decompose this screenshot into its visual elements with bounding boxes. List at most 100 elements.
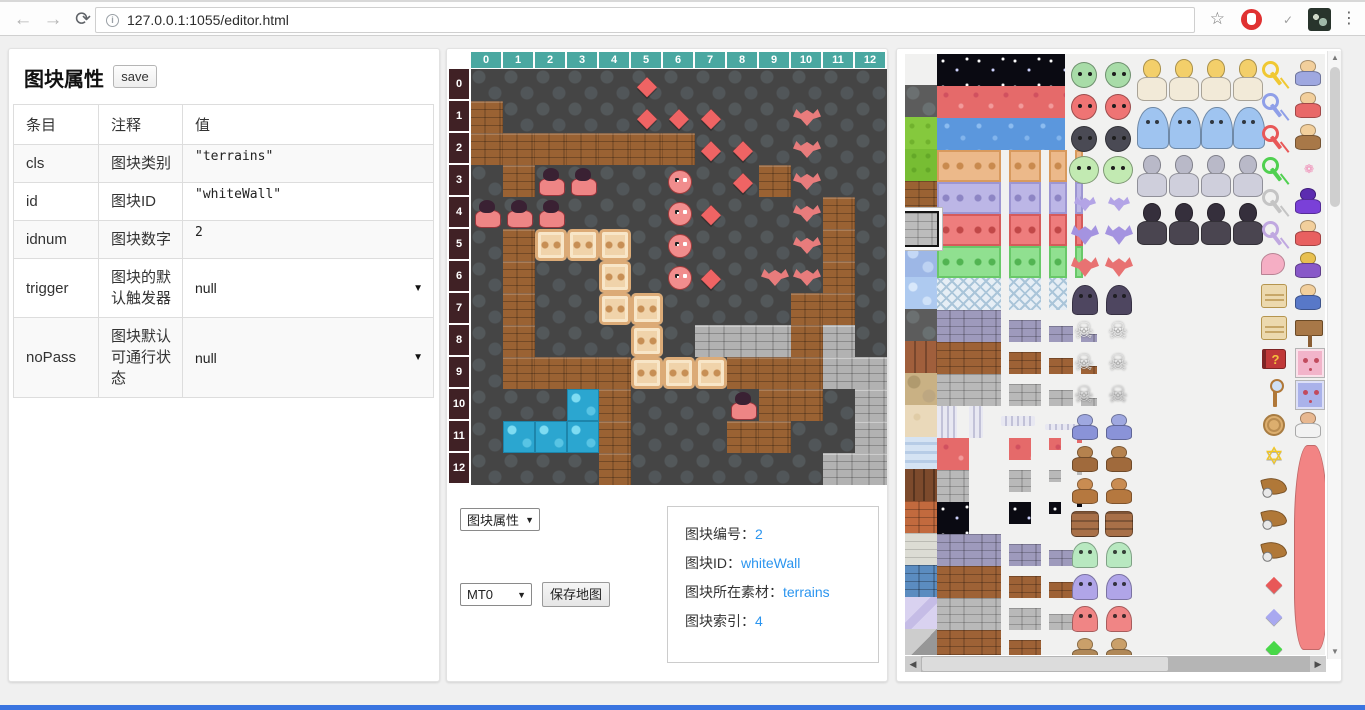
map-tile[interactable]: [759, 197, 791, 229]
map-tile[interactable]: [471, 69, 503, 101]
map-tile[interactable]: [791, 389, 823, 421]
map-sprite-gem[interactable]: ◆: [631, 101, 663, 133]
map-tile[interactable]: [759, 293, 791, 325]
tileset-tile[interactable]: [1009, 608, 1041, 630]
map-tile[interactable]: [759, 165, 791, 197]
tileset-sprite-wooden-sign[interactable]: [1295, 320, 1323, 336]
map-sprite-bat[interactable]: [791, 133, 823, 165]
tileset-tile[interactable]: [1049, 150, 1067, 182]
map-tile[interactable]: [567, 261, 599, 293]
bookmark-star-icon[interactable]: ☆: [1210, 9, 1225, 29]
tileset-sprite-vampire[interactable]: [1072, 285, 1098, 315]
tileset-sprite-man[interactable]: [1233, 155, 1263, 197]
horizontal-scroll-thumb[interactable]: [922, 657, 1168, 671]
scroll-down-icon[interactable]: ▼: [1328, 645, 1342, 659]
tileset-tile[interactable]: [905, 181, 937, 213]
tileset-sprite-red-slime[interactable]: [1071, 94, 1097, 120]
map-tile[interactable]: [663, 69, 695, 101]
url-text[interactable]: 127.0.0.1:1055/editor.html: [127, 12, 289, 28]
property-value[interactable]: 2: [183, 221, 434, 259]
map-tile[interactable]: [695, 357, 727, 389]
map-tile[interactable]: [759, 69, 791, 101]
tileset-tile[interactable]: [1009, 278, 1041, 310]
map-tile[interactable]: [663, 453, 695, 485]
map-tile[interactable]: [855, 453, 887, 485]
map-tile[interactable]: [695, 453, 727, 485]
tileset-tile[interactable]: [1049, 582, 1073, 598]
tileset-sprite-lavender-key[interactable]: [1261, 220, 1287, 246]
map-tile[interactable]: [727, 69, 759, 101]
map-sprite-skel[interactable]: [727, 389, 759, 421]
map-tile[interactable]: [823, 101, 855, 133]
map-tile[interactable]: [503, 69, 535, 101]
map-sprite-bat[interactable]: [791, 165, 823, 197]
tileset-tile[interactable]: [1009, 150, 1041, 182]
forward-icon[interactable]: →: [40, 7, 66, 33]
tileset-sprite-man[interactable]: [1233, 203, 1263, 245]
tileset-sprite-skeleton-captain[interactable]: ☠: [1071, 382, 1097, 408]
tileset-sprite-blue-key[interactable]: [1261, 92, 1287, 118]
map-tile[interactable]: [695, 165, 727, 197]
map-sprite-gem[interactable]: ◆: [727, 165, 759, 197]
info-value[interactable]: whiteWall: [741, 555, 800, 571]
map-tile[interactable]: [759, 357, 791, 389]
floor-select[interactable]: MT0▼: [460, 583, 532, 606]
map-tile[interactable]: [599, 293, 631, 325]
map-tile[interactable]: [471, 165, 503, 197]
map-tile[interactable]: [503, 133, 535, 165]
tileset-tile[interactable]: [937, 182, 1001, 214]
tileset-sprite-red-priest[interactable]: [1295, 92, 1321, 118]
map-tile[interactable]: [567, 293, 599, 325]
tileset-sprite-red-key[interactable]: [1261, 124, 1287, 150]
tileset-sprite-ghost[interactable]: [1106, 574, 1132, 600]
tileset-sprite-golem[interactable]: [1072, 446, 1098, 472]
map-tile[interactable]: [663, 357, 695, 389]
tileset-viewport[interactable]: ☠☠☠☠☠☠?✡◆◆◆❁: [905, 54, 1325, 655]
map-tile[interactable]: [535, 293, 567, 325]
vertical-scroll-thumb[interactable]: [1330, 67, 1340, 207]
tileset-sprite-bat[interactable]: [1105, 256, 1133, 278]
tileset-tile[interactable]: [1049, 438, 1061, 450]
property-value-text[interactable]: "terrains": [195, 149, 423, 164]
map-sprite-gem[interactable]: ◆: [663, 101, 695, 133]
map-sprite-skel[interactable]: [503, 197, 535, 229]
map-tile[interactable]: [791, 453, 823, 485]
tileset-sprite-big-slime[interactable]: [1069, 156, 1099, 184]
page-info-icon[interactable]: i: [106, 14, 119, 27]
tileset-sprite-blue-gem[interactable]: ◆: [1261, 603, 1287, 629]
tileset-tile[interactable]: [1009, 214, 1041, 246]
avatar[interactable]: [1308, 8, 1331, 31]
tileset-tile[interactable]: [937, 246, 1001, 278]
map-tile[interactable]: [535, 421, 567, 453]
map-tile[interactable]: [503, 389, 535, 421]
tileset-sprite-king[interactable]: [1295, 252, 1321, 278]
map-tile[interactable]: [855, 389, 887, 421]
map-sprite-skel[interactable]: [567, 165, 599, 197]
map-tile[interactable]: [855, 133, 887, 165]
tileset-sprite-bat[interactable]: [1105, 224, 1133, 246]
map-tile[interactable]: [855, 165, 887, 197]
tileset-sprite-man[interactable]: [1169, 59, 1199, 101]
tileset-sprite-man[interactable]: [1169, 203, 1199, 245]
map-tile[interactable]: [823, 389, 855, 421]
map-sprite-gem[interactable]: ◆: [695, 261, 727, 293]
map-sprite-bat[interactable]: [791, 197, 823, 229]
map-tile[interactable]: [535, 101, 567, 133]
tileset-tile[interactable]: [1001, 416, 1035, 426]
map-tile[interactable]: [503, 261, 535, 293]
tileset-sprite-golem-warrior[interactable]: [1072, 478, 1098, 504]
property-value-text[interactable]: "whiteWall": [195, 187, 423, 202]
map-sprite-gem[interactable]: ◆: [695, 133, 727, 165]
map-tile[interactable]: [727, 261, 759, 293]
map-tile[interactable]: [759, 421, 791, 453]
tileset-sprite-parchment[interactable]: [1261, 316, 1287, 340]
tileset-sprite-skeleton[interactable]: ☠: [1071, 318, 1097, 344]
tileset-tile[interactable]: [1009, 352, 1041, 374]
tileset-tile[interactable]: [1009, 544, 1041, 566]
map-tile[interactable]: [599, 389, 631, 421]
map-tile[interactable]: [791, 421, 823, 453]
tileset-tile[interactable]: [1049, 502, 1061, 514]
tileset-tile[interactable]: [1049, 390, 1073, 406]
tileset-tile[interactable]: [937, 150, 1001, 182]
tileset-sprite-pink-face-wall[interactable]: [1296, 349, 1324, 377]
